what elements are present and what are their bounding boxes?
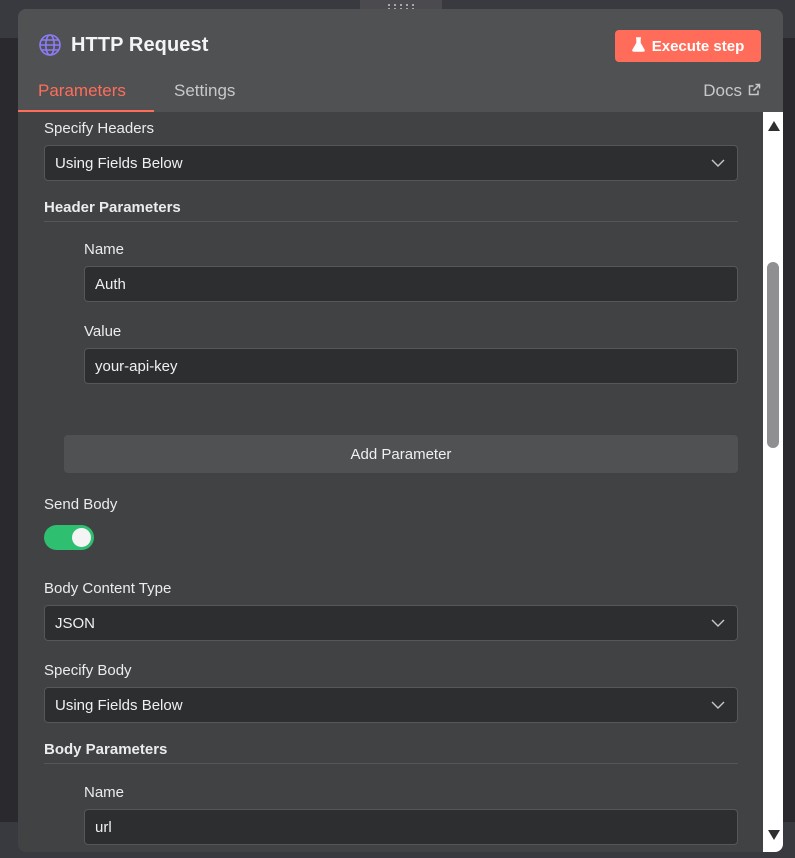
chevron-down-icon bbox=[711, 701, 725, 709]
execute-step-button[interactable]: Execute step bbox=[615, 30, 761, 62]
toggle-knob bbox=[72, 528, 91, 547]
flask-icon bbox=[631, 36, 645, 56]
specify-body-select[interactable]: Using Fields Below bbox=[44, 687, 738, 723]
body-parameters-divider bbox=[44, 763, 738, 764]
scrollbar[interactable] bbox=[763, 112, 783, 852]
body-parameters-label: Body Parameters bbox=[44, 741, 168, 758]
docs-label: Docs bbox=[703, 81, 742, 100]
specify-body-label: Specify Body bbox=[44, 662, 132, 679]
specify-headers-label: Specify Headers bbox=[44, 120, 155, 137]
body-name-value: url bbox=[95, 818, 112, 836]
header-parameters-label: Header Parameters bbox=[44, 199, 181, 216]
header-value-value: your-api-key bbox=[95, 357, 178, 375]
header-value-input[interactable]: your-api-key bbox=[84, 348, 738, 384]
node-settings-panel: HTTP Request Execute step Parameters Set… bbox=[18, 9, 783, 852]
node-title-row: HTTP Request bbox=[38, 33, 209, 57]
parameters-form: Specify Headers Using Fields Below Heade… bbox=[18, 112, 763, 852]
tab-settings[interactable]: Settings bbox=[174, 81, 235, 101]
header-value-label: Value bbox=[84, 323, 122, 340]
body-content-type-label: Body Content Type bbox=[44, 580, 172, 597]
header-name-value: Auth bbox=[95, 275, 126, 293]
specify-body-value: Using Fields Below bbox=[55, 696, 183, 714]
body-content-type-value: JSON bbox=[55, 614, 96, 632]
scrollbar-thumb[interactable] bbox=[767, 262, 779, 448]
globe-icon bbox=[38, 33, 62, 57]
external-link-icon bbox=[748, 81, 761, 101]
execute-step-label: Execute step bbox=[651, 37, 745, 55]
chevron-down-icon bbox=[711, 619, 725, 627]
scroll-up-arrow-icon[interactable] bbox=[768, 121, 780, 131]
panel-header: HTTP Request Execute step Parameters Set… bbox=[18, 9, 783, 112]
add-parameter-button[interactable]: Add Parameter bbox=[64, 435, 738, 473]
send-body-label: Send Body bbox=[44, 496, 118, 513]
send-body-toggle[interactable] bbox=[44, 525, 94, 550]
chevron-down-icon bbox=[711, 159, 725, 167]
tab-parameters[interactable]: Parameters bbox=[38, 81, 126, 101]
header-name-label: Name bbox=[84, 241, 125, 258]
header-parameters-divider bbox=[44, 221, 738, 222]
body-name-label: Name bbox=[84, 784, 125, 801]
docs-link[interactable]: Docs bbox=[703, 81, 761, 101]
body-content-type-select[interactable]: JSON bbox=[44, 605, 738, 641]
body-name-input[interactable]: url bbox=[84, 809, 738, 845]
node-title[interactable]: HTTP Request bbox=[71, 34, 209, 57]
specify-headers-value: Using Fields Below bbox=[55, 154, 183, 172]
scroll-down-arrow-icon[interactable] bbox=[768, 830, 780, 840]
header-name-input[interactable]: Auth bbox=[84, 266, 738, 302]
specify-headers-select[interactable]: Using Fields Below bbox=[44, 145, 738, 181]
